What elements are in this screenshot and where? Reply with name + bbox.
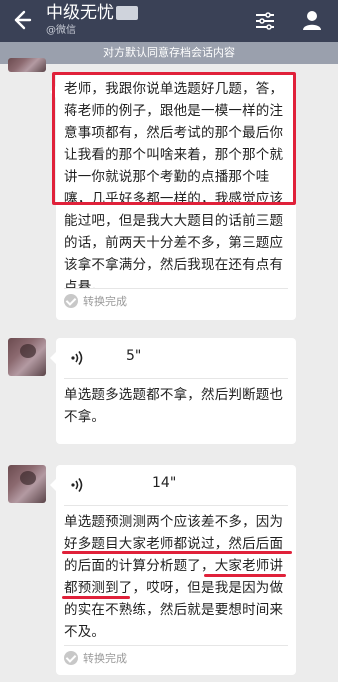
chat-title-block: 中级无忧 @微信: [46, 3, 138, 38]
avatar[interactable]: [8, 338, 46, 376]
chat-subtitle: @微信: [46, 25, 76, 36]
red-underline: [204, 574, 286, 577]
back-arrow-icon[interactable]: [8, 7, 34, 33]
voice-player[interactable]: 14": [56, 465, 296, 505]
conversion-status: 转换完成: [56, 646, 296, 672]
check-circle-icon: [64, 294, 78, 308]
chat-title: 中级无忧: [46, 3, 138, 24]
voice-duration: 14": [152, 475, 177, 491]
voice-player[interactable]: 5": [56, 338, 296, 378]
redaction-mask: [116, 6, 138, 20]
voice-message-bubble[interactable]: 14" 单选题预测测两个应该差不多，因为好多题目大家老师都说过，然后后面的后面的…: [50, 465, 296, 675]
voice-wave-icon: [71, 478, 83, 492]
chat-header: 中级无忧 @微信: [0, 0, 338, 42]
menu-list-icon[interactable]: [254, 10, 276, 32]
voice-duration: 5": [126, 348, 142, 364]
red-underline: [62, 551, 292, 554]
red-highlight-box: [52, 72, 296, 205]
check-circle-icon: [64, 651, 78, 665]
conversion-status: 转换完成: [56, 289, 296, 315]
voice-wave-icon: [71, 351, 83, 365]
avatar[interactable]: [8, 465, 46, 503]
voice-message-bubble[interactable]: 5" 单选题多选题都不拿，然后判断题也不拿。: [50, 338, 296, 444]
avatar[interactable]: [8, 58, 46, 72]
red-underline: [62, 596, 130, 599]
user-profile-icon[interactable]: [300, 8, 324, 32]
transcription-text: 单选题多选题都不拿，然后判断题也不拿。: [64, 387, 284, 425]
archive-notice: 对方默认同意存档会话内容: [0, 42, 338, 64]
